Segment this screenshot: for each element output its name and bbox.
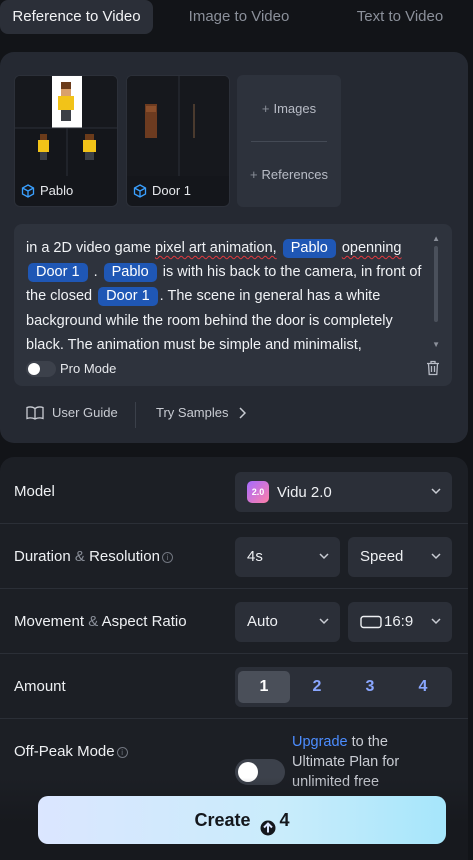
aspect-ratio-value: 16:9	[384, 613, 414, 630]
movement-select[interactable]: Auto	[235, 602, 340, 642]
cube-icon	[21, 183, 35, 198]
reference-label-door: Door 1	[133, 183, 191, 198]
add-references-label: References	[261, 167, 329, 182]
resolution-select[interactable]: Speed	[348, 537, 452, 577]
prompt-segment: in a 2D video game	[26, 240, 155, 256]
pro-mode-label: Pro Mode	[60, 361, 117, 376]
book-icon	[26, 405, 44, 420]
duration-value: 4s	[247, 548, 263, 565]
chevron-down-icon	[319, 553, 329, 560]
movement-aspect-label: Movement & Aspect Ratio	[14, 613, 187, 630]
model-select[interactable]: 2.0 Vidu 2.0	[235, 472, 452, 512]
prompt-tag-door[interactable]: Door 1	[98, 287, 158, 307]
reference-name-door: Door 1	[152, 183, 192, 198]
reference-label-pablo: Pablo	[21, 183, 73, 198]
row-divider	[0, 523, 468, 524]
tab-image-to-video[interactable]: Image to Video	[166, 0, 312, 34]
resolution-text: Resolution	[89, 548, 160, 565]
tab-text-to-video[interactable]: Text to Video	[330, 0, 470, 34]
prompt-text[interactable]: in a 2D video game pixel art animation, …	[26, 236, 431, 357]
duration-select[interactable]: 4s	[235, 537, 340, 577]
scroll-up-arrow[interactable]: ▲	[432, 234, 440, 243]
credit-icon	[260, 820, 276, 836]
prompt-segment: openning	[341, 240, 402, 256]
duration-text: Duration	[14, 548, 71, 565]
movement-value: Auto	[247, 613, 278, 630]
link-separator	[135, 402, 136, 428]
prompt-tag-pablo[interactable]: Pablo	[103, 263, 157, 283]
create-label: Create	[194, 810, 251, 830]
amount-option-2[interactable]: 2	[291, 671, 343, 703]
try-samples-label: Try Samples	[156, 405, 229, 420]
plus-icon: +	[261, 101, 270, 116]
info-icon[interactable]: i	[161, 552, 173, 563]
plus-icon: +	[249, 167, 258, 182]
prompt-segment: pixel art animation,	[154, 240, 277, 256]
pro-mode-toggle[interactable]	[26, 361, 56, 377]
add-images-button[interactable]: + Images	[237, 101, 341, 116]
credit-cost: 4	[260, 796, 290, 844]
tab-reference-to-video[interactable]: Reference to Video	[0, 0, 153, 34]
aspect-ratio-text: Aspect Ratio	[101, 613, 187, 630]
upgrade-link[interactable]: Upgrade	[292, 734, 348, 750]
row-divider	[0, 718, 468, 719]
cube-icon	[133, 183, 147, 198]
credit-cost-value: 4	[279, 810, 290, 830]
chevron-down-icon	[431, 618, 441, 625]
add-references-button[interactable]: + References	[237, 167, 341, 182]
try-samples-link[interactable]: Try Samples	[156, 405, 247, 420]
add-reference-tile: + Images + References	[237, 75, 341, 207]
amount-option-1[interactable]: 1	[238, 671, 290, 703]
aspect-ratio-icon	[360, 615, 382, 628]
amount-selector: 1 2 3 4	[235, 667, 452, 707]
prompt-input[interactable]: in a 2D video game pixel art animation, …	[14, 224, 452, 386]
reference-tile-pablo[interactable]: Pablo	[14, 75, 118, 207]
prompt-scrollbar[interactable]	[434, 246, 438, 322]
add-images-label: Images	[273, 101, 317, 116]
model-value: Vidu 2.0	[277, 483, 332, 501]
model-label: Model	[14, 483, 55, 500]
prompt-tag-pablo[interactable]: Pablo	[282, 239, 336, 258]
trash-icon[interactable]	[426, 360, 440, 376]
reference-name-pablo: Pablo	[40, 183, 74, 198]
vidu-logo-icon: 2.0	[247, 481, 269, 503]
ampersand-text: &	[74, 548, 85, 565]
chevron-down-icon	[319, 618, 329, 625]
chevron-right-icon	[239, 406, 247, 419]
amount-label: Amount	[14, 678, 66, 695]
prompt-segment: .	[93, 264, 98, 281]
chevron-down-icon	[431, 553, 441, 560]
off-peak-text: Off-Peak Mode	[14, 743, 115, 760]
info-icon[interactable]: i	[116, 747, 128, 758]
ampersand-text: &	[88, 613, 99, 630]
user-guide-link[interactable]: User Guide	[26, 405, 118, 420]
mode-tabs: Reference to Video Image to Video Text t…	[0, 0, 473, 40]
add-divider	[251, 141, 327, 142]
movement-text: Movement	[14, 613, 85, 630]
reference-tile-door[interactable]: Door 1	[126, 75, 230, 207]
resolution-value: Speed	[360, 548, 404, 565]
row-divider	[0, 588, 468, 589]
scroll-down-arrow[interactable]: ▼	[432, 340, 440, 349]
prompt-tag-door[interactable]: Door 1	[28, 263, 88, 283]
duration-resolution-label: Duration & Resolution i	[14, 548, 173, 565]
chevron-down-icon	[431, 488, 441, 495]
amount-option-3[interactable]: 3	[344, 671, 396, 703]
create-button[interactable]: Create 4	[38, 796, 446, 844]
user-guide-label: User Guide	[52, 405, 118, 420]
amount-option-4[interactable]: 4	[397, 671, 449, 703]
off-peak-label: Off-Peak Mode i	[14, 743, 128, 760]
aspect-ratio-select[interactable]: 16:9	[348, 602, 452, 642]
row-divider	[0, 653, 468, 654]
toggle-knob	[28, 363, 40, 375]
